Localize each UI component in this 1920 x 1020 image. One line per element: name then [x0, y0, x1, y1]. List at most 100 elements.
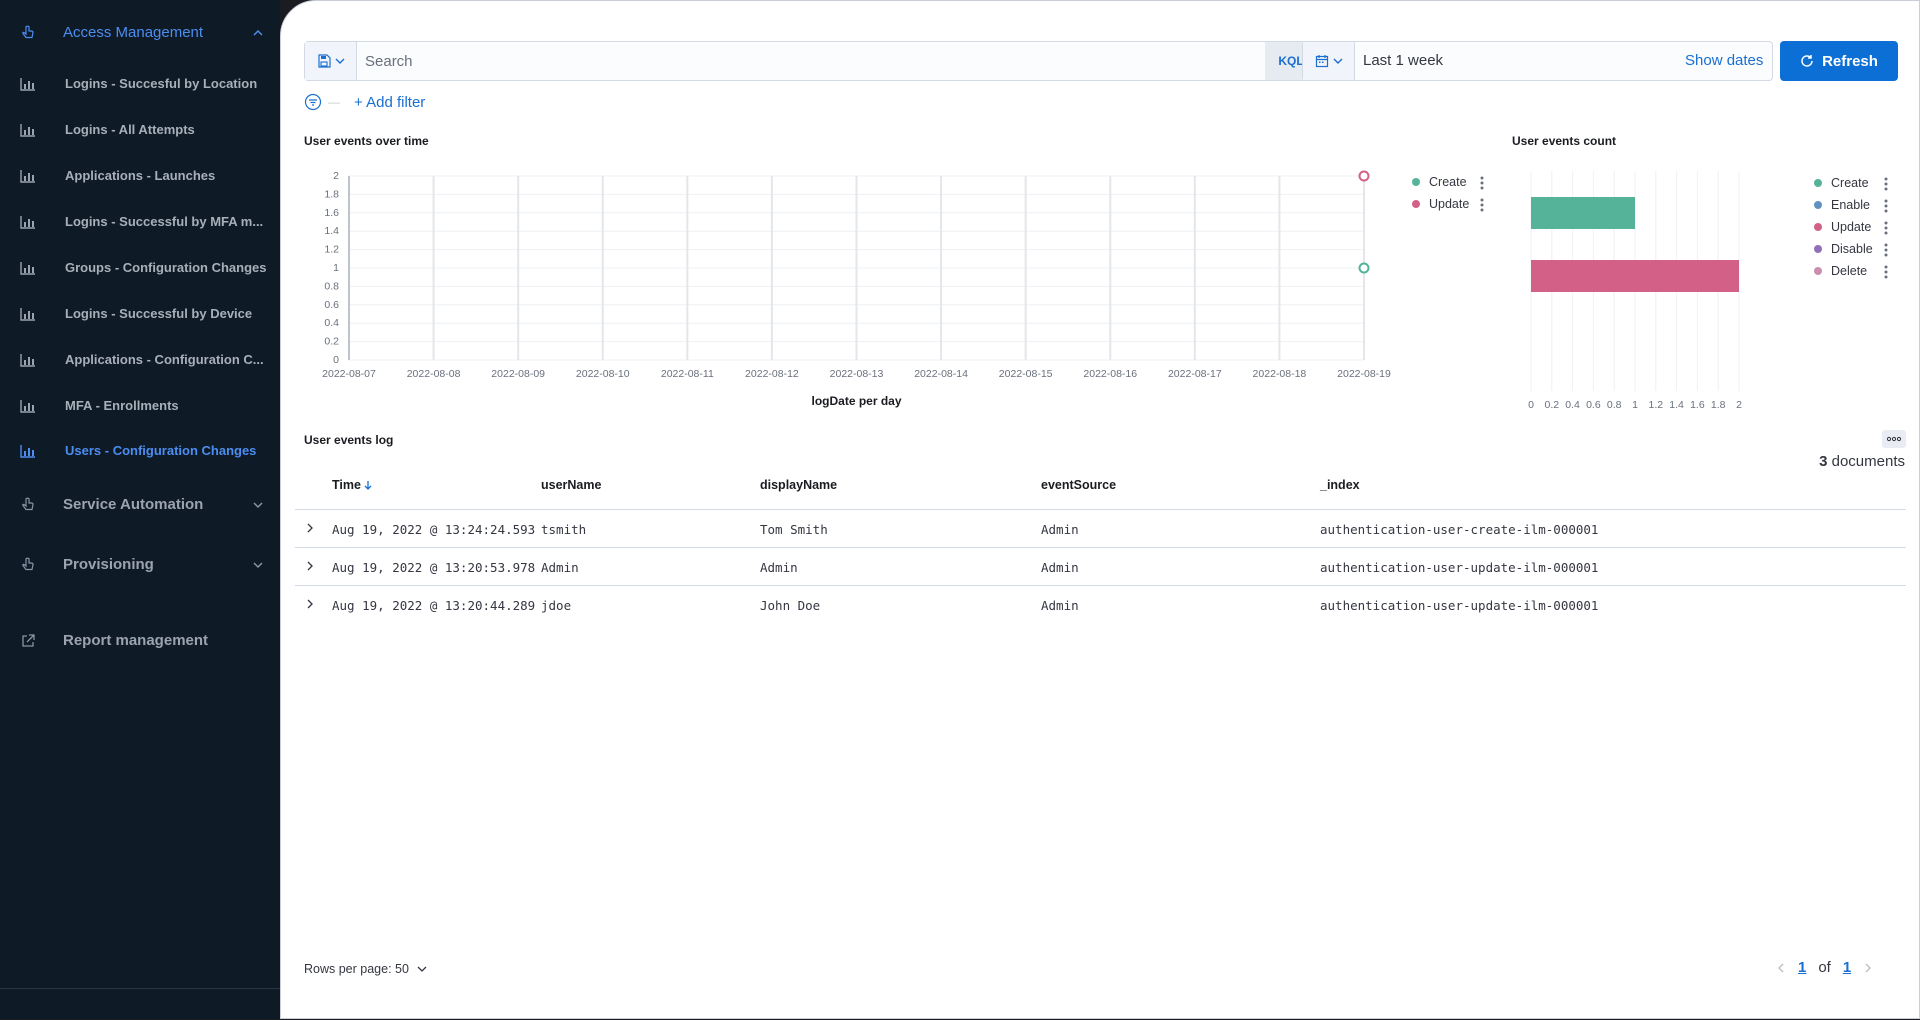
legend-item-update[interactable]: Update: [1412, 197, 1469, 211]
y-tick-label: 1.6: [324, 207, 339, 219]
y-tick-label: 1.8: [324, 188, 339, 200]
chevron-right-icon[interactable]: [305, 522, 315, 534]
x-tick-label: 2022-08-07: [322, 368, 376, 380]
legend-item-create[interactable]: Create: [1412, 175, 1467, 189]
x-tick-label: 2022-08-18: [1253, 368, 1307, 380]
kebab-icon[interactable]: [1884, 199, 1888, 213]
kebab-icon[interactable]: [1884, 243, 1888, 257]
x-tick-label: 2022-08-14: [914, 368, 968, 380]
line-chart: 0 0.2 0.4 0.6 0.8 1 1.2 1.4 1.6 1.8 2 2022-08-07 202…: [322, 170, 1391, 408]
chevron-down-icon: [335, 58, 344, 64]
document-count-label: documents: [1831, 453, 1905, 470]
kebab-icon[interactable]: [1480, 198, 1484, 212]
sidebar-item-logins-device[interactable]: Logins - Successful by Device: [0, 295, 280, 333]
search-input[interactable]: [357, 42, 1257, 80]
column-header-index[interactable]: _index: [1320, 478, 1360, 492]
legend-dot: [1814, 245, 1822, 253]
legend-dot: [1814, 201, 1822, 209]
show-dates-link[interactable]: Show dates: [1685, 52, 1763, 69]
table-row: Aug 19, 2022 @ 13:24:24.593 tsmith Tom S…: [295, 509, 1906, 548]
chevron-down-icon: [1333, 58, 1342, 64]
cell-eventsource: Admin: [1041, 560, 1079, 575]
kebab-icon[interactable]: [1884, 265, 1888, 279]
legend-item-update[interactable]: Update: [1814, 220, 1871, 234]
y-tick-label: 0.6: [324, 299, 339, 311]
bar-chart-icon: [20, 400, 35, 413]
bar-chart-icon: [20, 78, 35, 91]
sidebar-item-logins-mfa[interactable]: Logins - Successful by MFA m...: [0, 203, 280, 241]
data-point-update: [1358, 170, 1370, 182]
chevron-right-icon[interactable]: [1863, 962, 1873, 974]
document-count: 3 documents: [1801, 453, 1905, 470]
sidebar-item-mfa-enrollments[interactable]: MFA - Enrollments: [0, 387, 280, 425]
sidebar-item-app-config[interactable]: Applications - Configuration C...: [0, 341, 280, 379]
column-header-eventsource[interactable]: eventSource: [1041, 478, 1116, 492]
x-tick-label: 2022-08-16: [1083, 368, 1137, 380]
y-tick-label: 1: [333, 262, 339, 274]
legend-label: Enable: [1831, 198, 1870, 212]
legend-item-disable[interactable]: Disable: [1814, 242, 1873, 256]
refresh-label: Refresh: [1822, 52, 1878, 70]
x-tick-label: 1.4: [1669, 399, 1684, 411]
bar-update: [1531, 260, 1739, 292]
sidebar-item-logins-all[interactable]: Logins - All Attempts: [0, 111, 280, 149]
chevron-right-icon[interactable]: [305, 598, 315, 610]
cell-username: jdoe: [541, 598, 572, 613]
page-current[interactable]: 1: [1798, 959, 1806, 976]
chevron-left-icon[interactable]: [1776, 962, 1786, 974]
search-bar: KQL: [304, 41, 1318, 81]
main-content: KQL Last 1 week Show dates Refresh — + A…: [280, 0, 1920, 1019]
legend-label: Update: [1429, 197, 1470, 211]
x-tick-label: 0.4: [1565, 399, 1580, 411]
time-range-label[interactable]: Last 1 week: [1363, 52, 1443, 69]
pagination: 1 of 1: [1776, 959, 1873, 976]
column-header-displayname[interactable]: displayName: [760, 478, 837, 492]
y-tick-label: 1.2: [324, 244, 339, 256]
section-provisioning[interactable]: Provisioning: [0, 554, 280, 576]
refresh-button[interactable]: Refresh: [1780, 41, 1898, 81]
cell-time: Aug 19, 2022 @ 13:20:53.978: [332, 560, 536, 575]
x-tick-label: 0.6: [1586, 399, 1601, 411]
x-tick-label: 0: [1528, 399, 1534, 411]
column-header-label: Time: [332, 478, 361, 492]
legend-dot: [1814, 223, 1822, 231]
y-tick-label: 0.2: [324, 336, 339, 348]
table-row: Aug 19, 2022 @ 13:20:53.978 Admin Admin …: [295, 547, 1906, 586]
sidebar-item-app-launches[interactable]: Applications - Launches: [0, 157, 280, 195]
section-report-management[interactable]: Report management: [0, 630, 280, 652]
legend-label: Disable: [1831, 242, 1873, 256]
x-tick-label: 2022-08-19: [1337, 368, 1391, 380]
kebab-icon[interactable]: [1884, 221, 1888, 235]
legend-item-enable[interactable]: Enable: [1814, 198, 1870, 212]
kebab-icon[interactable]: [1480, 176, 1484, 190]
kebab-icon[interactable]: [1884, 177, 1888, 191]
x-axis-title: logDate per day: [811, 394, 901, 408]
sidebar-item-groups-config[interactable]: Groups - Configuration Changes: [0, 249, 280, 287]
quick-select-button[interactable]: [1303, 42, 1355, 80]
legend-item-create[interactable]: Create: [1814, 176, 1869, 190]
sidebar: Access Management Logins - Succesful by …: [0, 0, 280, 1019]
page-total[interactable]: 1: [1843, 959, 1851, 976]
sidebar-item-users-config[interactable]: Users - Configuration Changes: [0, 432, 280, 470]
sidebar-item-logins-location[interactable]: Logins - Succesful by Location: [0, 65, 280, 103]
legend-item-delete[interactable]: Delete: [1814, 264, 1867, 278]
bar-chart-icon: [20, 170, 35, 183]
bar-create: [1531, 197, 1635, 229]
add-filter-button[interactable]: + Add filter: [354, 94, 425, 111]
chevron-right-icon[interactable]: [305, 560, 315, 572]
y-tick-label: 2: [333, 170, 339, 182]
cell-time: Aug 19, 2022 @ 13:24:24.593: [332, 522, 536, 537]
filter-icon[interactable]: [304, 93, 322, 111]
rows-per-page-selector[interactable]: Rows per page: 50: [304, 962, 427, 976]
y-tick-label: 0: [333, 354, 339, 366]
page-of-label: of: [1818, 959, 1831, 976]
bar-chart-icon: [20, 445, 35, 458]
panel-options-button[interactable]: [1882, 430, 1906, 448]
saved-query-button[interactable]: [305, 42, 357, 80]
column-header-time[interactable]: Time: [332, 478, 373, 492]
column-header-username[interactable]: userName: [541, 478, 601, 492]
section-service-automation[interactable]: Service Automation: [0, 494, 280, 516]
cell-index: authentication-user-update-ilm-000001: [1320, 560, 1599, 575]
section-access-management[interactable]: Access Management: [0, 22, 280, 44]
legend-dot: [1814, 179, 1822, 187]
